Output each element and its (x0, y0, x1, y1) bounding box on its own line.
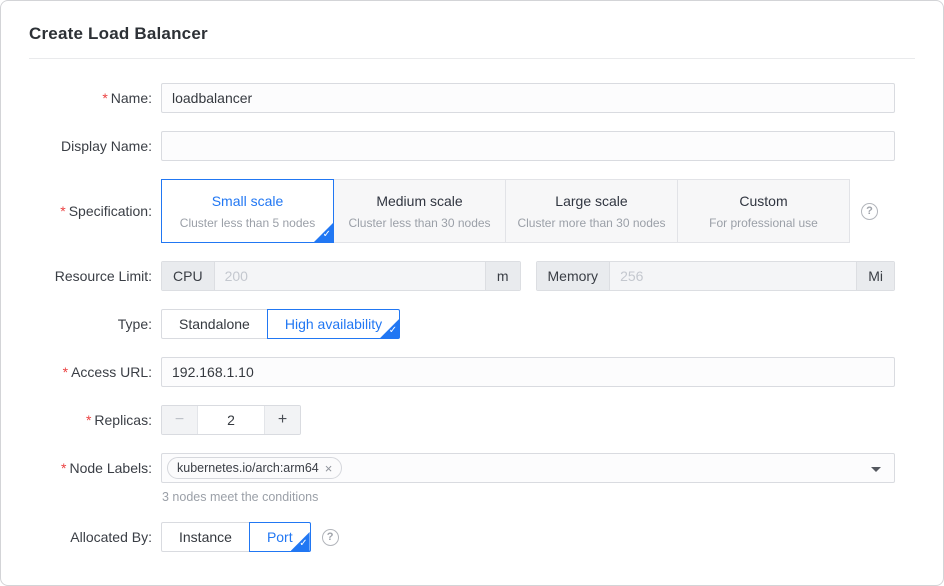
check-icon: ✓ (299, 538, 309, 551)
type-label: Type: (29, 309, 161, 339)
cpu-unit-label: m (485, 262, 520, 290)
form-row-node-labels: *Node Labels: kubernetes.io/arch:arm64 ×… (29, 453, 895, 504)
type-option-label: Standalone (179, 316, 250, 332)
form-row-name: *Name: (29, 83, 895, 113)
dialog-header: Create Load Balancer (1, 1, 943, 44)
node-label-tag: kubernetes.io/arch:arm64 × (167, 457, 342, 479)
specification-options: Small scale Cluster less than 5 nodes ✓ … (161, 179, 850, 243)
name-label-text: Name: (111, 90, 152, 106)
form-row-allocated-by: Allocated By: Instance Port ✓ ? (29, 522, 895, 552)
spec-option-custom[interactable]: Custom For professional use (677, 179, 850, 243)
memory-limit-input[interactable] (610, 262, 856, 290)
load-balancer-form: *Name: Display Name: *Specification: Sma… (1, 59, 943, 552)
memory-limit-group: Memory Mi (536, 261, 896, 291)
check-icon: ✓ (323, 229, 333, 242)
replicas-control: − + (161, 405, 895, 435)
required-asterisk: * (63, 364, 68, 380)
spec-option-large-scale[interactable]: Large scale Cluster more than 30 nodes (505, 179, 678, 243)
increase-replicas-button[interactable]: + (264, 406, 300, 434)
spec-option-subtitle: Cluster less than 5 nodes (180, 216, 315, 230)
display-name-label: Display Name: (29, 131, 161, 161)
resource-limit-label: Resource Limit: (29, 261, 161, 291)
node-labels-label-text: Node Labels: (69, 460, 152, 476)
form-row-access-url: *Access URL: (29, 357, 895, 387)
node-labels-select[interactable]: kubernetes.io/arch:arm64 × (161, 453, 895, 483)
form-row-display-name: Display Name: (29, 131, 895, 161)
type-option-high-availability[interactable]: High availability ✓ (267, 309, 400, 339)
resource-limit-label-text: Resource Limit: (55, 268, 152, 284)
form-row-resource-limit: Resource Limit: CPU m Memory Mi (29, 261, 895, 291)
access-url-label-text: Access URL: (71, 364, 152, 380)
allocated-by-label: Allocated By: (29, 522, 161, 552)
name-label: *Name: (29, 83, 161, 113)
specification-help-icon[interactable]: ? (861, 203, 878, 220)
create-load-balancer-dialog: Create Load Balancer *Name: Display Name… (0, 0, 944, 586)
selected-corner-badge: ✓ (380, 319, 399, 338)
required-asterisk: * (102, 90, 107, 106)
replicas-stepper: − + (161, 405, 301, 435)
resource-limit-control: CPU m Memory Mi (161, 261, 895, 291)
memory-unit-label: Mi (856, 262, 894, 290)
remove-tag-icon[interactable]: × (325, 462, 333, 475)
spec-option-subtitle: Cluster less than 30 nodes (348, 216, 490, 230)
spec-option-title: Small scale (212, 193, 284, 209)
spec-option-subtitle: Cluster more than 30 nodes (517, 216, 665, 230)
allocated-by-label-text: Allocated By: (70, 529, 152, 545)
cpu-limit-group: CPU m (161, 261, 521, 291)
type-control: Standalone High availability ✓ (161, 309, 895, 339)
replicas-label-text: Replicas: (94, 412, 152, 428)
allocated-by-option-label: Port (267, 529, 293, 545)
allocated-by-option-port[interactable]: Port ✓ (249, 522, 311, 552)
form-row-type: Type: Standalone High availability ✓ (29, 309, 895, 339)
memory-addon-label: Memory (537, 262, 611, 290)
spec-option-subtitle: For professional use (709, 216, 818, 230)
display-name-control (161, 131, 895, 161)
spec-option-title: Custom (739, 193, 787, 209)
node-labels-helper-text: 3 nodes meet the conditions (161, 490, 895, 504)
check-icon: ✓ (389, 325, 399, 338)
specification-control: Small scale Cluster less than 5 nodes ✓ … (161, 179, 895, 243)
spec-option-small-scale[interactable]: Small scale Cluster less than 5 nodes ✓ (161, 179, 334, 243)
form-row-replicas: *Replicas: − + (29, 405, 895, 435)
required-asterisk: * (61, 460, 66, 476)
replicas-label: *Replicas: (29, 405, 161, 435)
access-url-control (161, 357, 895, 387)
display-name-input[interactable] (161, 131, 895, 161)
page-title: Create Load Balancer (29, 24, 915, 44)
decrease-replicas-button[interactable]: − (162, 406, 198, 434)
name-input[interactable] (161, 83, 895, 113)
selected-corner-badge: ✓ (314, 223, 333, 242)
allocated-by-control: Instance Port ✓ ? (161, 522, 895, 552)
node-label-tag-text: kubernetes.io/arch:arm64 (177, 461, 319, 475)
allocated-by-help-icon[interactable]: ? (322, 529, 339, 546)
caret-down-icon (871, 467, 881, 472)
node-labels-label: *Node Labels: (29, 453, 161, 483)
selected-corner-badge: ✓ (291, 532, 310, 551)
spec-option-title: Medium scale (376, 193, 462, 209)
form-row-specification: *Specification: Small scale Cluster less… (29, 179, 895, 243)
cpu-limit-input[interactable] (215, 262, 485, 290)
required-asterisk: * (86, 412, 91, 428)
allocated-by-option-label: Instance (179, 529, 232, 545)
allocated-by-option-instance[interactable]: Instance (161, 522, 250, 552)
allocated-by-options: Instance Port ✓ (161, 522, 311, 552)
required-asterisk: * (60, 203, 65, 219)
spec-option-medium-scale[interactable]: Medium scale Cluster less than 30 nodes (333, 179, 506, 243)
spec-option-title: Large scale (555, 193, 627, 209)
type-option-standalone[interactable]: Standalone (161, 309, 268, 339)
type-options: Standalone High availability ✓ (161, 309, 400, 339)
specification-label: *Specification: (29, 179, 161, 243)
specification-label-text: Specification: (69, 203, 152, 219)
type-label-text: Type: (118, 316, 152, 332)
name-control (161, 83, 895, 113)
access-url-input[interactable] (161, 357, 895, 387)
display-name-label-text: Display Name: (61, 138, 152, 154)
type-option-label: High availability (285, 316, 382, 332)
node-labels-control: kubernetes.io/arch:arm64 × 3 nodes meet … (161, 453, 895, 504)
cpu-addon-label: CPU (162, 262, 215, 290)
replicas-input[interactable] (198, 406, 264, 434)
access-url-label: *Access URL: (29, 357, 161, 387)
